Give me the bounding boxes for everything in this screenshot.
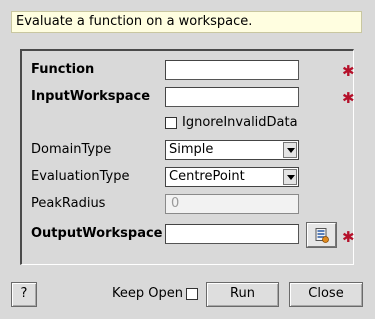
peak-radius-field[interactable]: 0 (165, 194, 299, 214)
peak-radius-label: PeakRadius (31, 196, 106, 211)
workspace-browse-icon (315, 228, 329, 243)
input-workspace-field[interactable] (165, 87, 299, 107)
help-button[interactable]: ? (11, 282, 37, 307)
evaluation-type-select[interactable]: CentrePoint (165, 167, 299, 187)
run-button[interactable]: Run (206, 282, 279, 307)
chevron-down-icon[interactable] (283, 142, 297, 158)
chevron-down-icon[interactable] (283, 169, 297, 185)
output-workspace-field[interactable] (165, 224, 299, 244)
domain-type-select[interactable]: Simple (165, 140, 299, 160)
browse-workspace-button[interactable] (306, 222, 337, 248)
algorithm-description: Evaluate a function on a workspace. (11, 11, 362, 33)
keep-open-label: Keep Open (112, 286, 183, 301)
domain-type-label: DomainType (31, 142, 112, 157)
input-workspace-label: InputWorkspace (31, 89, 151, 104)
function-field[interactable] (165, 60, 299, 80)
ignore-invalid-data-label: IgnoreInvalidData (182, 115, 298, 130)
function-label: Function (31, 62, 95, 77)
required-star-icon: ✱ (342, 228, 355, 246)
required-star-icon: ✱ (342, 89, 355, 107)
close-button[interactable]: Close (289, 282, 363, 307)
ignore-invalid-data-checkbox[interactable] (165, 117, 177, 129)
evaluation-type-label: EvaluationType (31, 169, 130, 184)
keep-open-checkbox[interactable] (186, 288, 198, 300)
evaluation-type-value: CentrePoint (169, 169, 245, 184)
domain-type-value: Simple (169, 142, 214, 157)
required-star-icon: ✱ (342, 62, 355, 80)
output-workspace-label: OutputWorkspace (31, 226, 163, 241)
